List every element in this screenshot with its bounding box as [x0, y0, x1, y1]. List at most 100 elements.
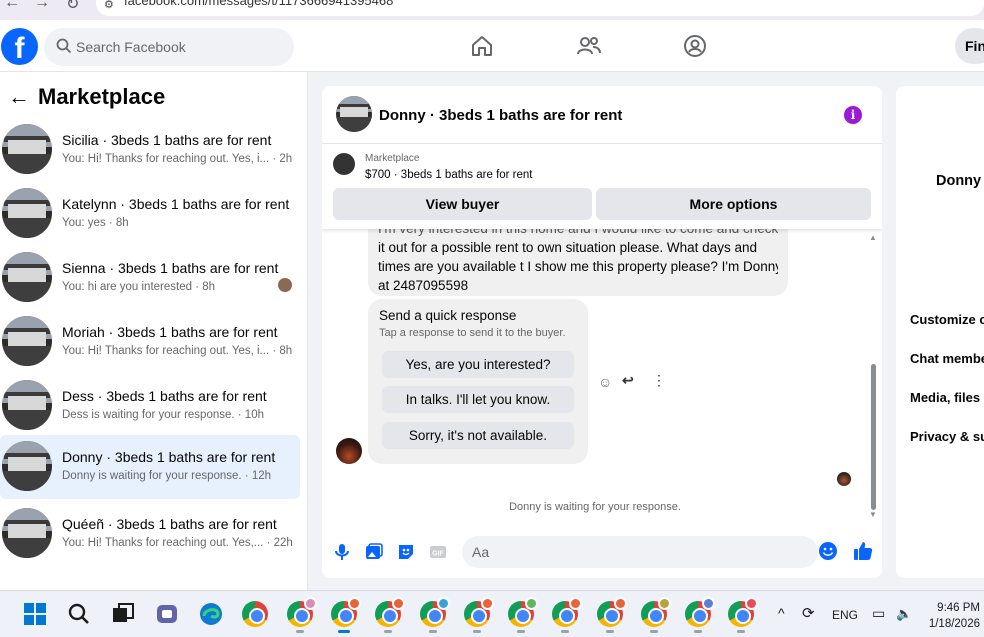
message-scrollbar[interactable]: ▲ ▼ — [868, 229, 878, 520]
seen-avatar — [278, 278, 292, 292]
profile-badge-icon — [658, 597, 671, 610]
chrome-profile-icon[interactable] — [331, 597, 361, 627]
site-settings-icon[interactable]: ⚙ — [104, 0, 114, 16]
svg-text:GIF: GIF — [432, 551, 444, 558]
chat-header: Donny · 3beds 1 baths are for rent i — [322, 86, 882, 144]
conversation-info-panel: Donny Customize chat Chat members Media,… — [896, 86, 984, 578]
volume-icon[interactable]: 🔈 — [896, 606, 912, 622]
search-icon[interactable] — [66, 601, 92, 627]
conversation-item[interactable]: Quéeñ · 3beds 1 baths are for rent You: … — [0, 502, 300, 566]
conversation-item[interactable]: Sienna · 3beds 1 baths are for rent You:… — [0, 246, 300, 310]
chrome-profile-icon[interactable] — [464, 597, 494, 627]
chrome-profile-icon[interactable] — [552, 597, 582, 627]
message-line: times are you available t I show me this… — [378, 259, 778, 274]
conversation-item[interactable]: Sicilia · 3beds 1 baths are for rent You… — [0, 118, 300, 182]
scroll-up-icon[interactable]: ▲ — [869, 233, 877, 242]
conversation-preview: You: Hi! Thanks for reaching out. Yes,..… — [62, 537, 293, 549]
app-indicator — [473, 630, 481, 633]
language-indicator[interactable]: ENG — [832, 608, 858, 622]
network-icon[interactable]: ▭ — [872, 605, 885, 622]
app-indicator — [384, 630, 392, 633]
sticker-icon[interactable] — [396, 542, 416, 562]
chrome-profile-icon[interactable] — [641, 597, 671, 627]
more-icon[interactable]: ⋮ — [652, 372, 666, 389]
chrome-icon[interactable] — [242, 601, 268, 627]
quick-reply-button[interactable]: Yes, are you interested? — [382, 351, 574, 378]
listing-thumbnail — [2, 124, 52, 174]
search-icon — [56, 38, 72, 54]
more-options-button[interactable]: More options — [596, 188, 871, 220]
chrome-profile-icon[interactable] — [728, 597, 758, 627]
groups-icon[interactable] — [682, 33, 708, 59]
scroll-down-icon[interactable]: ▼ — [869, 510, 877, 519]
listing-banner: Marketplace $700 · 3beds 1 baths are for… — [322, 145, 882, 229]
task-view-icon[interactable] — [110, 601, 136, 627]
conversation-item[interactable]: Moriah · 3beds 1 baths are for rent You:… — [0, 310, 300, 374]
emoji-icon[interactable] — [818, 541, 838, 561]
chrome-profile-icon[interactable] — [287, 597, 317, 627]
conversation-name: Katelynn · 3beds 1 baths are for rent — [62, 196, 290, 212]
listing-thumbnail[interactable] — [333, 153, 355, 175]
profile-badge-icon — [348, 597, 361, 610]
info-icon[interactable]: i — [844, 106, 862, 124]
edge-icon[interactable] — [198, 601, 224, 627]
conversation-preview: You: hi are you interested · 8h — [62, 281, 216, 293]
friends-icon[interactable] — [576, 33, 602, 59]
conversation-preview: You: Hi! Thanks for reaching out. Yes, i… — [62, 345, 293, 357]
app-indicator — [606, 630, 614, 633]
inbox-header: ← Marketplace — [8, 84, 165, 110]
scroll-thumb[interactable] — [871, 364, 876, 510]
teams-icon[interactable] — [154, 601, 180, 627]
chrome-profile-icon[interactable] — [375, 597, 405, 627]
search-box[interactable]: Search Facebook — [44, 28, 294, 66]
chrome-profile-icon[interactable] — [420, 597, 450, 627]
forward-arrow-icon[interactable]: → — [34, 0, 50, 12]
message-list: I'm very interested in this home and I w… — [322, 221, 882, 520]
profile-badge-icon — [437, 597, 450, 610]
thumbs-up-icon[interactable] — [852, 540, 874, 562]
system-clock[interactable]: 9:46 PM 1/18/2026 — [922, 600, 980, 632]
url-text: facebook.com/messages/t/1173666941395468 — [124, 0, 394, 8]
customize-chat-item[interactable]: Customize chat — [910, 312, 984, 327]
privacy-support-item[interactable]: Privacy & support — [910, 429, 984, 444]
windows-start-icon[interactable] — [22, 601, 48, 627]
image-icon[interactable] — [364, 542, 384, 562]
chrome-profile-icon[interactable] — [597, 597, 627, 627]
chat-listing-thumbnail[interactable] — [336, 96, 372, 132]
conversation-item[interactable]: Dess · 3beds 1 baths are for rent Dess i… — [0, 374, 300, 438]
conversation-item[interactable]: Katelynn · 3beds 1 baths are for rent Yo… — [0, 182, 300, 246]
conversation-name: Sicilia · 3beds 1 baths are for rent — [62, 132, 272, 148]
reload-icon[interactable]: ↻ — [66, 0, 79, 14]
conversation-preview: You: yes · 8h — [62, 217, 129, 229]
listing-source-label: Marketplace — [365, 153, 420, 164]
microphone-icon[interactable] — [332, 542, 352, 562]
listing-thumbnail — [2, 188, 52, 238]
app-indicator — [296, 630, 304, 633]
chrome-profile-icon[interactable] — [685, 597, 715, 627]
back-arrow-icon[interactable]: ← — [4, 0, 20, 12]
sender-avatar[interactable] — [336, 438, 362, 464]
find-friends-button[interactable]: Fin — [955, 28, 984, 64]
listing-thumbnail — [2, 380, 52, 430]
sync-icon[interactable]: ⟳ — [802, 604, 815, 622]
chat-title[interactable]: Donny · 3beds 1 baths are for rent — [379, 107, 622, 124]
chevron-up-icon[interactable]: ^ — [778, 605, 785, 621]
view-buyer-button[interactable]: View buyer — [333, 188, 592, 220]
conversation-item-active[interactable]: Donny · 3beds 1 baths are for rent Donny… — [0, 435, 300, 499]
quick-reply-button[interactable]: In talks. I'll let you know. — [382, 386, 574, 413]
back-arrow-icon[interactable]: ← — [8, 84, 30, 110]
conversation-name: Sienna · 3beds 1 baths are for rent — [62, 260, 279, 276]
address-bar[interactable]: ⚙ facebook.com/messages/t/11736669413954… — [96, 0, 984, 16]
quick-reply-button[interactable]: Sorry, it's not available. — [382, 422, 574, 449]
media-files-item[interactable]: Media, files and links — [910, 390, 984, 405]
chrome-profile-icon[interactable] — [508, 597, 538, 627]
profile-badge-icon — [392, 597, 405, 610]
react-icon[interactable]: ☺ — [598, 374, 612, 390]
listing-price-title[interactable]: $700 · 3beds 1 baths are for rent — [365, 169, 533, 181]
gif-icon[interactable]: GIF — [428, 542, 448, 562]
chat-members-item[interactable]: Chat members — [910, 351, 984, 366]
message-input[interactable]: Aa — [462, 536, 818, 568]
reply-icon[interactable]: ↩ — [622, 372, 634, 389]
home-icon[interactable] — [469, 33, 495, 59]
facebook-logo[interactable]: f — [1, 28, 38, 65]
